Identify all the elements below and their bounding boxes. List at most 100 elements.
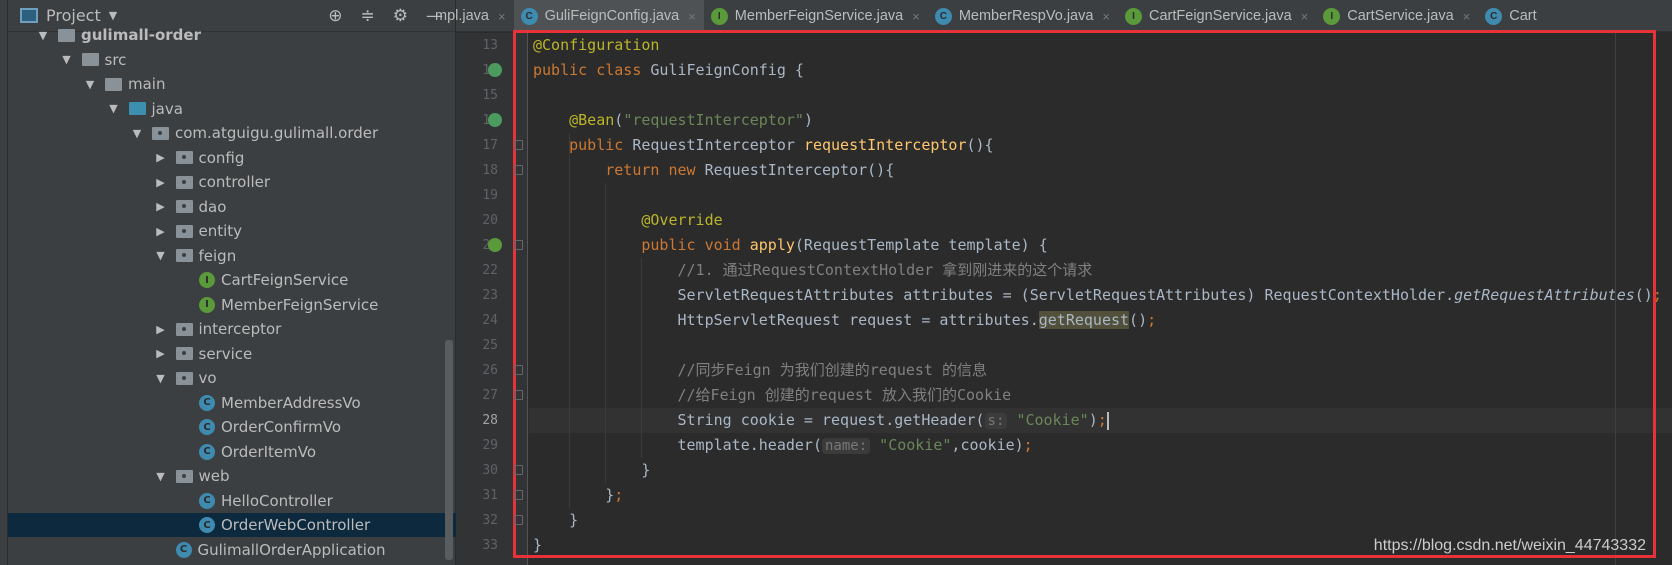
line-number: 20 (482, 213, 498, 228)
collapsed-arrow-icon[interactable]: ▶ (154, 151, 168, 164)
expanded-arrow-icon[interactable]: ▼ (107, 102, 121, 115)
fold-marker-icon[interactable] (514, 465, 523, 475)
code-line: String cookie = request.getHeader(s: "Co… (529, 408, 1672, 433)
tree-item[interactable]: ▶ config (8, 146, 456, 170)
sidebar-scrollbar[interactable] (445, 340, 453, 560)
tree-item[interactable]: ▶ controller (8, 170, 456, 194)
class-icon: C (199, 394, 215, 411)
tree-item[interactable]: ▼ gulimall-order (8, 23, 456, 47)
watermark: https://blog.csdn.net/weixin_44743332 (1373, 537, 1646, 554)
spring-bean-icon[interactable] (488, 113, 502, 127)
tab-mpl-java[interactable]: mpl.java × (428, 0, 514, 32)
expanded-arrow-icon[interactable]: ▼ (36, 29, 50, 42)
tree-item-label: OrderWebController (221, 516, 371, 534)
code-token: (RequestTemplate template) { (794, 236, 1048, 254)
tree-item[interactable]: C HelloController (8, 489, 456, 513)
tab-cart[interactable]: C Cart (1478, 0, 1537, 32)
collapsed-arrow-icon[interactable]: ▶ (154, 323, 168, 336)
fold-marker-icon[interactable] (514, 140, 523, 150)
line-number: 18 (482, 163, 498, 178)
tree-item[interactable]: ▼ java (8, 97, 456, 121)
fold-marker-icon[interactable] (514, 165, 523, 175)
tab-label: CartService.java (1347, 8, 1454, 24)
line-number: 24 (482, 313, 498, 328)
code-token: RequestInterceptor (632, 136, 804, 154)
code-token: } (533, 486, 615, 504)
expanded-arrow-icon[interactable]: ▼ (154, 470, 168, 483)
fold-marker-icon[interactable] (514, 365, 523, 375)
folder-icon (105, 77, 122, 91)
expanded-arrow-icon[interactable]: ▼ (130, 127, 144, 140)
chevron-down-icon[interactable]: ▼ (109, 9, 117, 22)
package-icon (175, 322, 193, 336)
code-line: @Override (529, 208, 1672, 233)
interface-icon: I (199, 296, 215, 313)
tree-item[interactable]: ▼ vo (8, 366, 456, 390)
tree-item-label: interceptor (198, 320, 282, 338)
parameter-hint: s: (984, 413, 1008, 429)
package-icon (152, 126, 169, 140)
fold-marker-icon[interactable] (514, 490, 523, 500)
collapsed-arrow-icon[interactable]: ▶ (154, 176, 168, 189)
collapsed-arrow-icon[interactable]: ▶ (154, 225, 168, 238)
close-tab-icon[interactable]: × (688, 9, 696, 24)
class-icon: C (175, 541, 192, 558)
tab-memberfeignservice-java[interactable]: I MemberFeignService.java × (704, 0, 928, 32)
close-tab-icon[interactable]: × (1463, 9, 1471, 24)
tree-item[interactable]: I CartFeignService (8, 268, 456, 292)
tree-item[interactable]: I MemberFeignService (8, 293, 456, 317)
tab-gulifeignconfig-java[interactable]: C GuliFeignConfig.java × (513, 0, 705, 33)
interface-icon: I (1323, 7, 1341, 25)
line-number: 31 (482, 488, 498, 503)
fold-marker-icon[interactable] (514, 390, 523, 400)
tree-item[interactable]: C MemberAddressVo (8, 391, 456, 415)
override-icon[interactable] (488, 238, 502, 252)
tree-item[interactable]: ▶ service (8, 342, 456, 366)
tree-item[interactable]: ▼ main (8, 72, 456, 96)
tree-item[interactable]: ▼ web (8, 464, 456, 488)
code-token: ; (1147, 311, 1157, 329)
package-icon (175, 469, 193, 483)
collapsed-arrow-icon[interactable]: ▶ (154, 347, 168, 360)
close-tab-icon[interactable]: × (912, 9, 920, 24)
expanded-arrow-icon[interactable]: ▼ (83, 78, 97, 91)
code-token: } (533, 461, 651, 479)
folder-icon (58, 28, 75, 42)
tree-item[interactable]: C OrderWebController (8, 513, 456, 537)
tree-item-label: service (198, 344, 253, 363)
close-tab-icon[interactable]: × (1301, 9, 1309, 24)
tree-item[interactable]: ▼ src (8, 48, 456, 72)
tree-item-label: MemberAddressVo (221, 393, 361, 412)
close-tab-icon[interactable]: × (498, 9, 506, 24)
fold-marker-icon[interactable] (514, 515, 523, 525)
tree-item[interactable]: C GulimallOrderApplication (8, 538, 456, 562)
code-token: HttpServletRequest request = attributes. (533, 311, 1039, 329)
tree-item[interactable]: ▶ entity (8, 219, 456, 243)
tab-memberrespvo-java[interactable]: C MemberRespVo.java × (928, 0, 1118, 32)
tree-item[interactable]: ▼ com.atguigu.gulimall.order (8, 121, 456, 145)
close-tab-icon[interactable]: × (1102, 9, 1110, 24)
tree-item-label: java (151, 99, 183, 118)
code-token: String cookie = request.getHeader( (533, 411, 985, 429)
expanded-arrow-icon[interactable]: ▼ (154, 249, 168, 262)
tab-cartfeignservice-java[interactable]: I CartFeignService.java × (1118, 0, 1316, 32)
tree-item[interactable]: C OrderItemVo (8, 440, 456, 464)
code-token: getRequest (1038, 311, 1130, 329)
spring-bean-icon[interactable] (488, 63, 502, 77)
code-token: @Override (533, 211, 723, 229)
package-icon (175, 224, 193, 238)
tree-item-label: CartFeignService (221, 271, 349, 289)
collapsed-arrow-icon[interactable]: ▶ (154, 200, 168, 213)
expanded-arrow-icon[interactable]: ▼ (154, 372, 168, 385)
tree-item[interactable]: ▶ dao (8, 195, 456, 219)
fold-marker-icon[interactable] (514, 240, 523, 250)
tool-window-strip (0, 0, 8, 565)
line-number: 13 (482, 38, 498, 53)
tree-item[interactable]: C OrderConfirmVo (8, 415, 456, 439)
expanded-arrow-icon[interactable]: ▼ (60, 53, 74, 66)
code-editor[interactable]: @Configuration public class GuliFeignConf… (529, 33, 1672, 565)
tree-item[interactable]: ▼ feign (8, 244, 456, 268)
tab-cartservice-java[interactable]: I CartService.java × (1316, 0, 1478, 32)
line-number: 29 (482, 438, 498, 453)
tree-item[interactable]: ▶ interceptor (8, 317, 456, 341)
